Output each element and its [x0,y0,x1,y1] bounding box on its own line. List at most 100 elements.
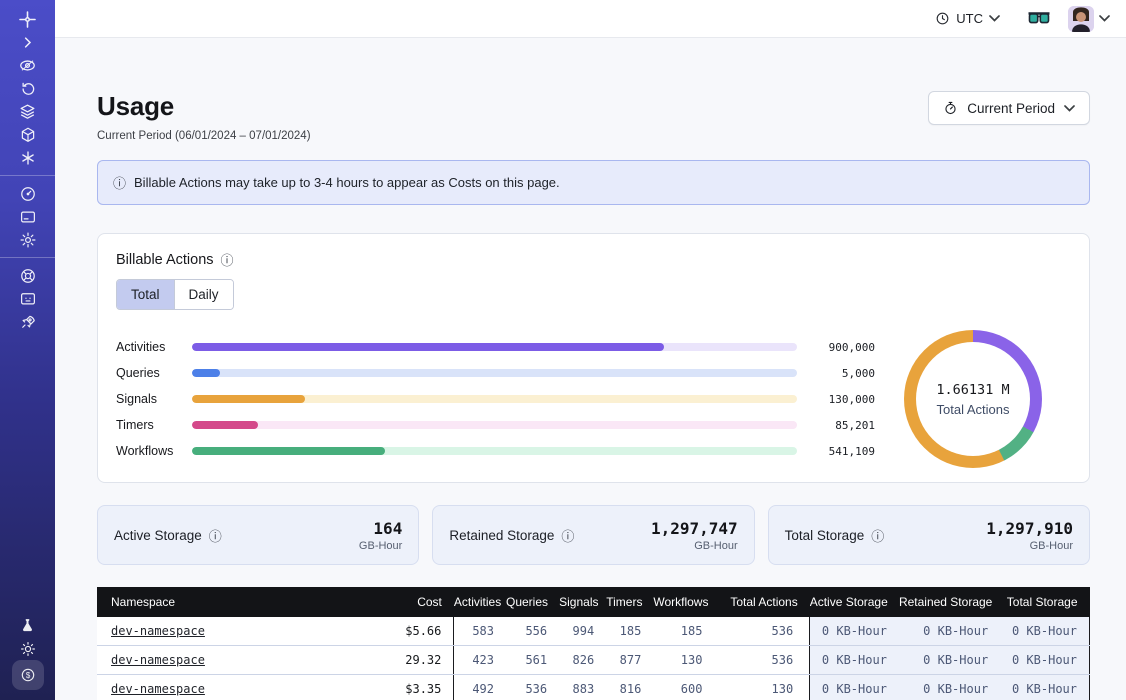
tab-total[interactable]: Total [117,280,174,309]
bar-fill [192,421,258,429]
bar-label: Queries [116,366,192,380]
col-retained-storage: Retained Storage [899,587,1000,617]
active-storage-value: 164 [359,519,402,538]
col-workflows: Workflows [653,587,714,617]
bar-value: 900,000 [811,341,875,354]
billable-actions-card: Billable Actions ⓘ Total Daily Activitie… [97,233,1090,483]
period-selector-button[interactable]: Current Period [928,91,1090,125]
table-row: dev-namespace $3.35 492 536 883 816 600 … [97,675,1090,700]
namespace-link[interactable]: dev-namespace [111,653,205,667]
sidebar: $ [0,0,55,700]
timezone-label: UTC [956,11,983,26]
page-title: Usage [97,91,311,122]
glasses-icon [1028,12,1050,25]
sidebar-item-getting-started[interactable] [9,310,47,333]
sidebar-item-metrics[interactable] [9,182,47,205]
bar-row: Activities 900,000 [116,338,875,356]
sidebar-item-support[interactable] [9,264,47,287]
billable-chart: Activities 900,000 Queries 5,000 Signals… [116,330,1071,468]
bar-track [192,369,797,377]
layers-icon [18,102,37,121]
bar-label: Signals [116,392,192,406]
total-storage-label: Total Storage [785,528,865,543]
topbar: UTC [55,0,1126,38]
col-cost: Cost [344,587,454,617]
cell-retained-storage: 0 KB-Hour [899,675,1000,700]
cell-timers: 185 [606,617,653,646]
cell-active-storage: 0 KB-Hour [810,617,899,646]
cell-total-actions: 536 [714,617,809,646]
billable-actions-title: Billable Actions [116,252,214,268]
theme-toggle[interactable] [9,637,47,660]
table-header-row: Namespace Cost Activities Queries Signal… [97,587,1090,617]
total-storage-value: 1,297,910 [986,519,1073,538]
eye-icon [18,56,37,75]
sidebar-item-layers[interactable] [9,100,47,123]
bar-row: Timers 85,201 [116,416,875,434]
sidebar-item-settings[interactable] [9,228,47,251]
product-tour-button[interactable] [1028,12,1050,25]
info-icon[interactable]: ⓘ [561,526,574,545]
asterisk-icon [19,149,37,167]
namespace-link[interactable]: dev-namespace [111,682,205,696]
bar-value: 5,000 [811,367,875,380]
cube-icon [19,126,37,144]
cell-workflows: 600 [653,675,714,700]
sidebar-item-namespaces[interactable] [9,54,47,77]
history-icon [19,80,37,98]
period-button-label: Current Period [967,101,1055,116]
sidebar-item-feedback[interactable] [9,287,47,310]
cell-cost: $5.66 [344,617,454,646]
rocket-icon [19,313,37,331]
namespace-link[interactable]: dev-namespace [111,624,205,638]
cell-workflows: 185 [653,617,714,646]
col-timers: Timers [606,587,653,617]
info-icon[interactable]: ⓘ [209,526,222,545]
cell-cost: 29.32 [344,646,454,675]
sidebar-item-integrations[interactable] [9,205,47,228]
cell-queries: 561 [506,646,559,675]
info-banner: ⓘ Billable Actions may take up to 3-4 ho… [97,160,1090,205]
total-actions-label: Total Actions [937,402,1010,417]
col-queries: Queries [506,587,559,617]
sidebar-item-deployments[interactable] [9,123,47,146]
timezone-selector[interactable]: UTC [929,7,1006,30]
active-storage-label: Active Storage [114,528,202,543]
chevron-right-icon [20,35,35,50]
info-icon[interactable]: ⓘ [221,250,234,269]
cell-signals: 883 [559,675,606,700]
page-subtitle: Current Period (06/01/2024 – 07/01/2024) [97,130,311,142]
cell-total-storage: 0 KB-Hour [1000,675,1089,700]
bar-label: Timers [116,418,192,432]
cell-activities: 423 [454,646,506,675]
cell-total-actions: 130 [714,675,809,700]
tab-daily[interactable]: Daily [174,280,233,309]
sidebar-collapse-button[interactable] [9,31,47,54]
cell-active-storage: 0 KB-Hour [810,646,899,675]
user-menu[interactable] [1068,6,1110,32]
bar-track [192,447,797,455]
info-icon[interactable]: ⓘ [871,526,884,545]
banner-text: Billable Actions may take up to 3-4 hour… [134,175,560,190]
monitor-face-icon [19,290,37,308]
sidebar-item-history[interactable] [9,77,47,100]
cell-timers: 877 [606,646,653,675]
total-storage-unit: GB-Hour [986,540,1073,552]
namespace-usage-table: Namespace Cost Activities Queries Signal… [97,587,1090,700]
sidebar-item-usage[interactable]: $ [12,660,44,690]
bar-track [192,343,797,351]
bar-row: Queries 5,000 [116,364,875,382]
cell-signals: 826 [559,646,606,675]
sidebar-item-labs[interactable] [9,614,47,637]
temporal-logo[interactable] [9,8,47,31]
retained-storage-unit: GB-Hour [651,540,738,552]
chevron-down-icon [1099,15,1110,22]
retained-storage-label: Retained Storage [449,528,554,543]
donut-chart: 1.66131 M Total Actions [904,330,1042,468]
cell-timers: 816 [606,675,653,700]
billable-tabs: Total Daily [116,279,234,310]
bar-value: 541,109 [811,445,875,458]
bar-label: Workflows [116,444,192,458]
chevron-down-icon [1064,105,1075,112]
sidebar-item-batch[interactable] [9,146,47,169]
